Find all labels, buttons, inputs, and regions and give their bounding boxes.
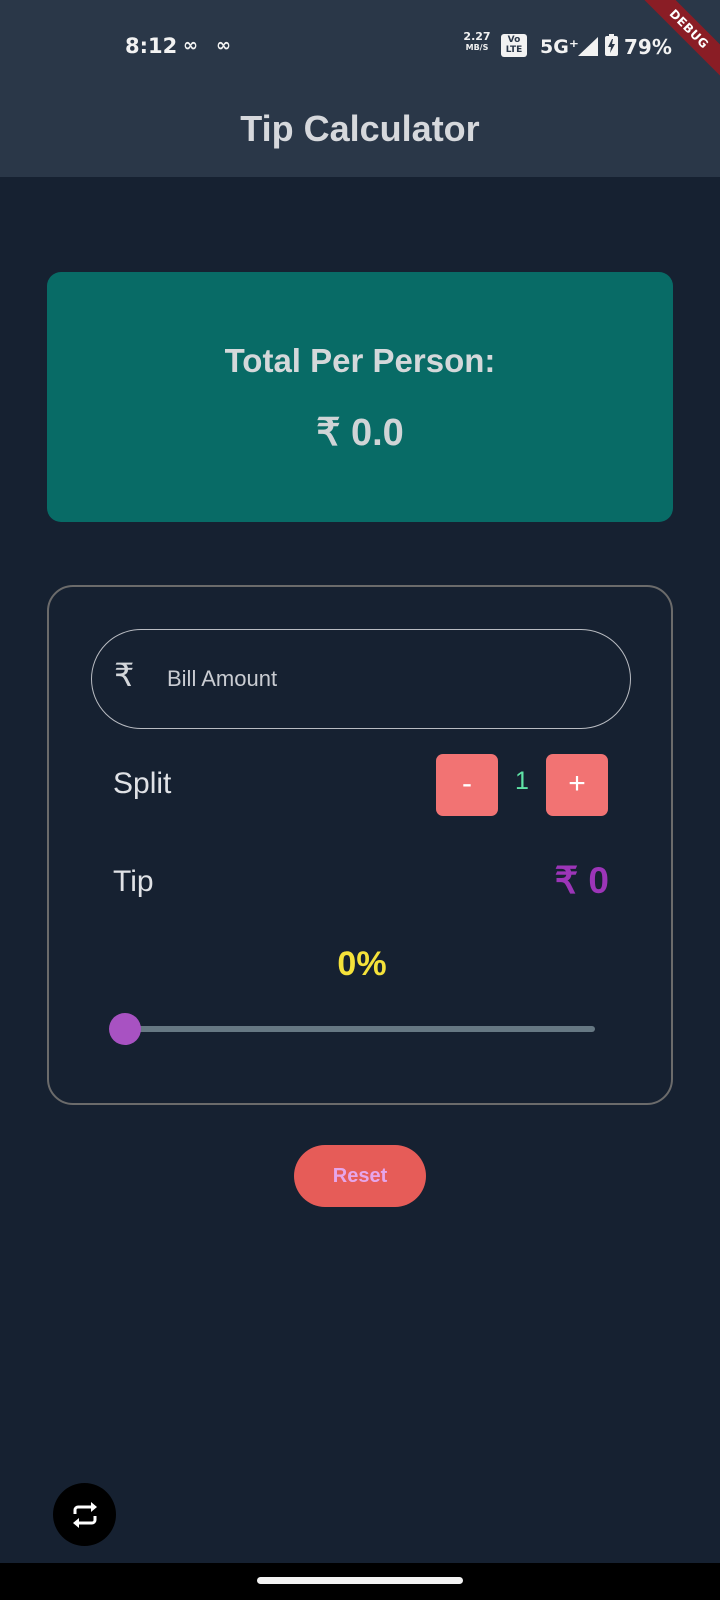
app-bar: 8:12 ∞ ∞ 2.27 MB/S Vo LTE 5G⁺ 79% DEBUG …: [0, 0, 720, 177]
system-navigation-bar: [0, 1563, 720, 1600]
status-bar: 8:12 ∞ ∞ 2.27 MB/S Vo LTE 5G⁺ 79%: [0, 0, 720, 92]
repeat-icon: [73, 1502, 97, 1528]
home-gesture-handle[interactable]: [257, 1577, 463, 1584]
calculator-form-card: ₹ Split - 1 + Tip ₹ 0 0%: [47, 585, 673, 1105]
network-speed-value: 2.27: [463, 30, 491, 43]
total-per-person-value: ₹ 0.0: [316, 412, 404, 454]
notification-icon: ∞: [183, 35, 198, 56]
reset-button[interactable]: Reset: [294, 1145, 426, 1207]
network-speed: 2.27 MB/S: [462, 31, 492, 53]
split-label: Split: [113, 767, 172, 800]
split-increment-button[interactable]: +: [546, 754, 608, 816]
tip-label: Tip: [113, 865, 154, 898]
split-count: 1: [515, 767, 529, 795]
signal-icon: [578, 37, 598, 56]
page-title: Tip Calculator: [240, 108, 480, 149]
volte-icon: Vo LTE: [501, 34, 527, 57]
bill-amount-field[interactable]: ₹: [91, 629, 631, 729]
volte-top-label: Vo: [507, 35, 521, 45]
battery-icon: [605, 34, 618, 56]
tip-slider-track[interactable]: [125, 1026, 595, 1032]
volte-bottom-label: LTE: [505, 45, 523, 55]
tip-slider-thumb[interactable]: [109, 1013, 141, 1045]
total-per-person-card: Total Per Person: ₹ 0.0: [47, 272, 673, 522]
status-time: 8:12: [125, 34, 178, 58]
tip-percent-label: 0%: [337, 945, 387, 983]
bill-amount-input[interactable]: [165, 658, 609, 700]
tip-amount: ₹ 0: [554, 860, 609, 901]
split-decrement-button[interactable]: -: [436, 754, 498, 816]
network-speed-unit: MB/S: [465, 43, 489, 52]
notification-icon: ∞: [216, 35, 231, 56]
rupee-icon: ₹: [114, 656, 135, 694]
repeat-fab-button[interactable]: [53, 1483, 116, 1546]
total-per-person-label: Total Per Person:: [224, 342, 496, 379]
network-type: 5G⁺: [540, 36, 579, 58]
battery-level: 79%: [624, 35, 672, 59]
